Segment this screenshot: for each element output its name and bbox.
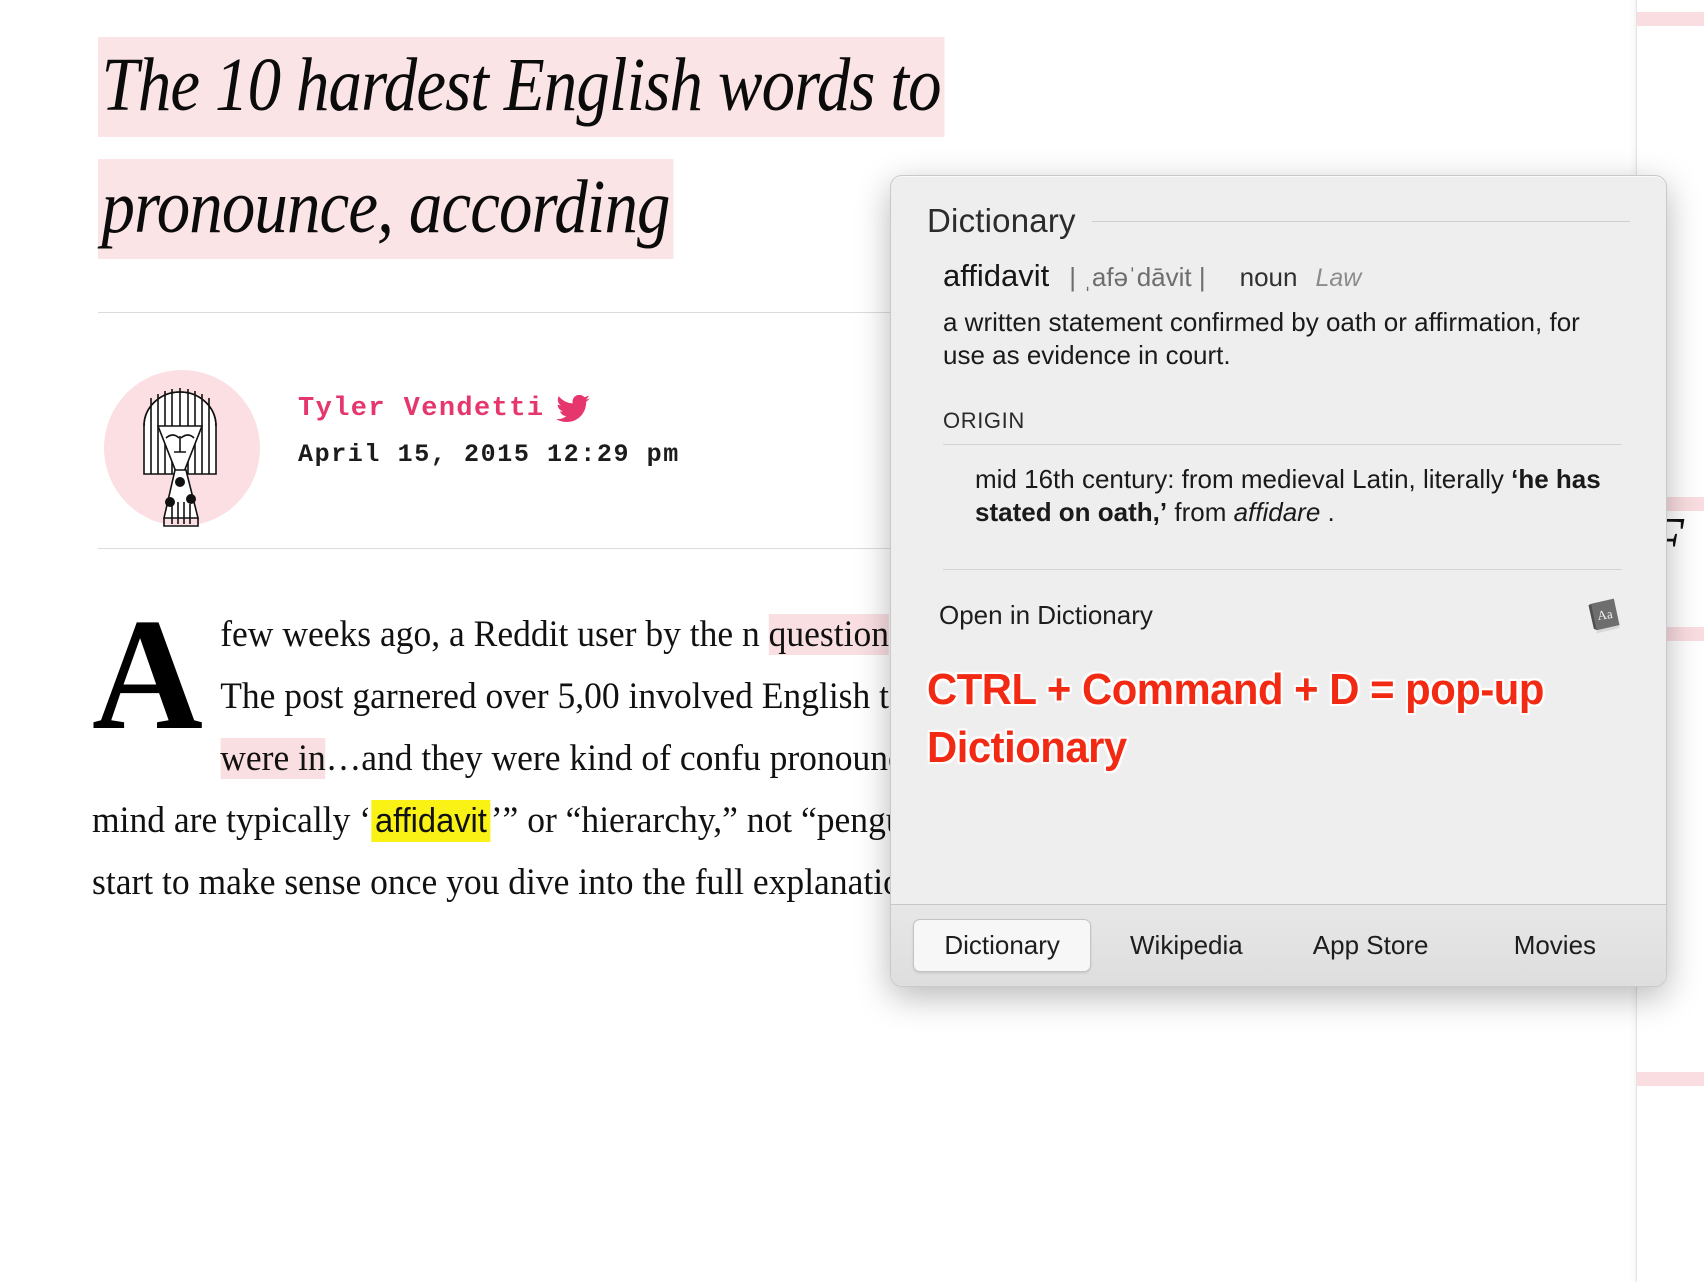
origin-divider (943, 444, 1622, 445)
publish-date: April 15, 2015 12:29 pm (298, 440, 680, 469)
pink-stripe (1637, 1072, 1704, 1086)
origin-text: mid 16th century: from medieval Latin, l… (975, 463, 1622, 529)
dictionary-book-icon[interactable]: Aa (1584, 594, 1626, 636)
body-highlight-question: question (768, 614, 890, 655)
avatar (98, 368, 264, 534)
entry-domain-label: Law (1315, 264, 1362, 292)
origin-suffix: . (1320, 497, 1335, 527)
entry-definition: a written statement confirmed by oath or… (943, 307, 1580, 370)
drop-cap: A (92, 585, 203, 763)
tab-dictionary[interactable]: Dictionary (913, 919, 1092, 972)
byline: Tyler Vendetti April 15, 2015 12:29 pm (98, 364, 798, 534)
headline-line-1: The 10 hardest English words to (98, 37, 945, 137)
entry-phonetic: | ˌafəˈdāvit | (1069, 262, 1206, 292)
tab-movies[interactable]: Movies (1466, 919, 1644, 972)
author-illustration-icon (143, 388, 217, 527)
origin-prefix: mid 16th century: from medieval Latin, l… (975, 464, 1512, 494)
entry-headword-row: affidavit | ˌafəˈdāvit | noun Law (943, 258, 1622, 294)
popup-title: Dictionary (927, 202, 1076, 239)
tab-wikipedia[interactable]: Wikipedia (1097, 919, 1275, 972)
header-divider (1091, 220, 1630, 222)
twitter-icon[interactable] (556, 395, 591, 423)
svg-text:Aa: Aa (1596, 606, 1613, 623)
body-text-11: sense once you dive into the full explan… (284, 862, 928, 903)
dictionary-popup[interactable]: Dictionary affidavit | ˌafəˈdāvit | noun… (890, 175, 1667, 987)
selected-word-affidavit[interactable]: affidavit (371, 800, 491, 842)
entry-headword: affidavit (943, 258, 1050, 293)
open-divider (943, 569, 1622, 570)
author-row: Tyler Vendetti (298, 392, 680, 426)
open-in-dictionary-row[interactable]: Open in Dictionary Aa (939, 594, 1626, 636)
pink-stripe (1637, 12, 1704, 26)
dictionary-entry: affidavit | ˌafəˈdāvit | noun Law a writ… (891, 240, 1666, 372)
body-text-9: ’” (490, 800, 519, 841)
byline-text: Tyler Vendetti April 15, 2015 12:29 pm (298, 392, 680, 469)
origin-mid: from (1167, 497, 1234, 527)
body-text-1: few weeks ago, a Reddit user by the n (220, 614, 760, 655)
author-name[interactable]: Tyler Vendetti (298, 394, 544, 424)
tab-app-store[interactable]: App Store (1282, 919, 1460, 972)
popup-header: Dictionary (891, 176, 1666, 240)
annotation-text: CTRL + Command + D = pop-up Dictionary (927, 665, 1544, 772)
popup-tab-bar[interactable]: Dictionary Wikipedia App Store Movies (891, 904, 1666, 986)
origin-label: ORIGIN (943, 408, 1025, 433)
open-in-dictionary-link[interactable]: Open in Dictionary (939, 600, 1153, 631)
origin-italic: affidare (1233, 497, 1321, 527)
entry-part-of-speech: noun (1239, 262, 1298, 292)
headline-line-2: pronounce, according (98, 159, 674, 259)
body-text-7: …and they were kind of confu (325, 738, 761, 779)
